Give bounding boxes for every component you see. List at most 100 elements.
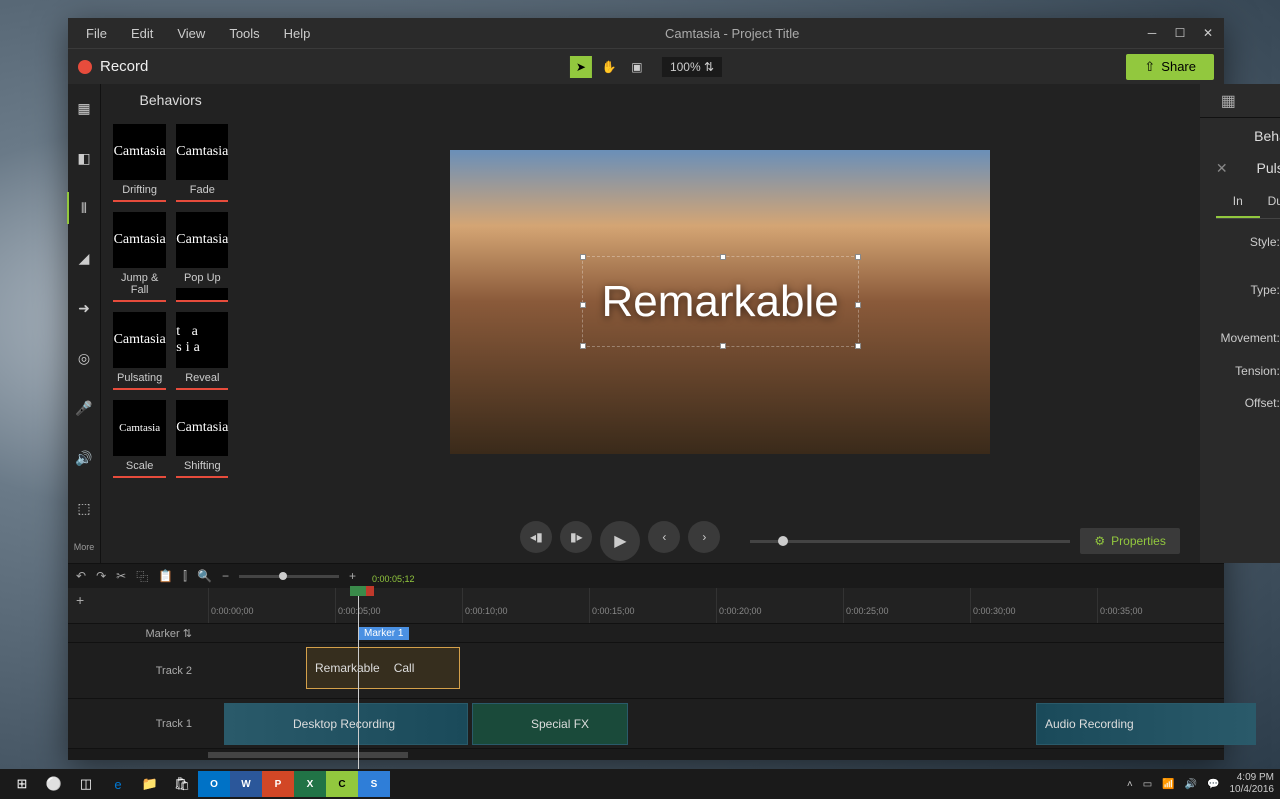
cut-button[interactable]: ✂ [116,569,126,583]
app-window: File Edit View Tools Help Camtasia - Pro… [68,18,1224,760]
clip-desktop-recording[interactable]: Desktop Recording [224,703,468,745]
behavior-jump-fall[interactable]: Camtasia Jump & Fall [113,212,166,302]
next-frame-button[interactable]: ▮▸ [560,521,592,553]
clip-audio-recording[interactable]: Audio Recording [1036,703,1256,745]
outlook-icon[interactable]: O [198,771,230,797]
redo-button[interactable]: ↷ [96,569,106,583]
zoom-in-button[interactable]: + [349,569,356,583]
gear-icon: ⚙ [1094,534,1105,548]
record-label: Record [100,58,148,75]
movement-label: Movement: [1216,331,1280,345]
marker-track-label: Marker ⇅ [68,627,208,640]
timeline-ruler[interactable]: + 0:00:00;00 0:00:05;00 0:00:10;00 0:00:… [68,588,1224,624]
camtasia-icon[interactable]: C [326,771,358,797]
props-tab-video[interactable]: ▦ [1200,84,1257,117]
menu-help[interactable]: Help [274,22,321,45]
animations-icon[interactable]: ◎ [68,342,100,374]
clip-remarkable[interactable]: Remarkable Call [306,647,460,689]
tool-sidebar: ▦ ◧ ⫴ ◢ ➜ ◎ 🎤 🔊 ⬚ More [68,84,101,563]
canvas-text[interactable]: Remarkable [602,276,839,327]
props-title: Behaviors [1216,128,1280,144]
offset-label: Offset: [1216,396,1280,410]
zoom-level[interactable]: 100% ⇅ [662,57,722,77]
minimize-button[interactable]: ─ [1144,25,1160,41]
timing-tab-during[interactable]: During [1260,186,1280,218]
canvas-content[interactable]: Remarkable [450,150,990,454]
menu-file[interactable]: File [76,22,117,45]
snagit-icon[interactable]: S [358,771,390,797]
store-icon[interactable]: 🛍 [166,771,198,797]
track-1: Track 1 Desktop Recording Special FX Aud… [68,698,1224,748]
properties-panel: ▦ a ⫴ Behaviors ✕ Pulsating In During Ou… [1200,84,1280,563]
powerpoint-icon[interactable]: P [262,771,294,797]
behavior-pulsating[interactable]: Camtasia Pulsating [113,312,166,390]
track-1-label: Track 1 [68,718,208,730]
ruler-tick: 0:00:00;00 [208,588,335,623]
properties-button[interactable]: ⚙ Properties [1080,528,1179,554]
start-button[interactable]: ⊞ [6,771,38,797]
transitions-icon[interactable]: ➜ [68,292,100,324]
system-clock[interactable]: 4:09 PM 10/4/2016 [1230,772,1275,796]
wifi-icon[interactable]: 📶 [1162,779,1174,790]
behavior-scale[interactable]: Camtasia Scale [113,400,166,478]
maximize-button[interactable]: ☐ [1172,25,1188,41]
edge-icon[interactable]: e [102,771,134,797]
zoom-tool[interactable]: 🔍 [197,569,212,583]
voice-icon[interactable]: 🎤 [68,392,100,424]
pointer-tool[interactable]: ➤ [570,56,592,78]
volume-icon[interactable]: 🔊 [1185,779,1197,790]
notifications-icon[interactable]: 💬 [1207,779,1219,790]
hand-tool[interactable]: ✋ [598,56,620,78]
excel-icon[interactable]: X [294,771,326,797]
share-button[interactable]: ⇧ Share [1126,54,1214,80]
play-button[interactable]: ▶ [600,521,640,561]
copy-button[interactable]: ⿻ [136,568,148,585]
crop-tool[interactable]: ▣ [626,56,648,78]
behavior-shifting[interactable]: Camtasia Shifting [176,400,228,478]
zoom-slider[interactable] [239,575,339,578]
menu-view[interactable]: View [167,22,215,45]
clip-special-fx[interactable]: Special FX [472,703,628,745]
more-label[interactable]: More [74,542,95,552]
tray-up-icon[interactable]: ˄ [1127,779,1133,790]
task-view-button[interactable]: ◫ [70,771,102,797]
windows-taskbar: ⊞ ⚪ ◫ e 📁 🛍 O W P X C S ˄ ▭ 📶 🔊 💬 4:09 P… [0,769,1280,799]
marker-1[interactable]: Marker 1 [358,627,409,640]
cursor-fx-icon[interactable]: ⬚ [68,492,100,524]
props-tab-text[interactable]: a [1257,84,1280,117]
split-button[interactable]: ⫿ [183,569,187,584]
timing-tab-in[interactable]: In [1216,186,1260,218]
behavior-fade[interactable]: Camtasia Fade [176,124,228,202]
menu-edit[interactable]: Edit [121,22,163,45]
playhead[interactable]: 0:00:05;12 [358,588,359,779]
prev-clip-button[interactable]: ‹ [648,521,680,553]
record-icon [78,60,92,74]
behavior-reveal[interactable]: t a sia Reveal [176,312,228,390]
behavior-popup[interactable]: Camtasia Pop Up [176,212,228,302]
behavior-drifting[interactable]: Camtasia Drifting [113,124,166,202]
zoom-out-button[interactable]: − [222,569,229,583]
record-button[interactable]: Record [78,58,148,75]
undo-button[interactable]: ↶ [76,569,86,583]
remove-behavior-icon[interactable]: ✕ [1216,160,1228,177]
audio-icon[interactable]: 🔊 [68,442,100,474]
playhead-time: 0:00:05;12 [372,574,415,584]
paste-button[interactable]: 📋 [158,569,173,583]
selection-handles[interactable] [582,256,859,347]
behaviors-icon[interactable]: ⫴ [67,192,99,224]
library-icon[interactable]: ◧ [68,142,100,174]
word-icon[interactable]: W [230,771,262,797]
canvas-viewport[interactable]: Remarkable [240,84,1199,519]
media-bin-icon[interactable]: ▦ [68,92,100,124]
annotations-icon[interactable]: ◢ [68,242,100,274]
volume-slider[interactable] [750,540,1070,543]
menu-tools[interactable]: Tools [219,22,269,45]
battery-icon[interactable]: ▭ [1143,779,1152,790]
next-clip-button[interactable]: › [688,521,720,553]
add-track-button[interactable]: + [76,592,84,608]
prev-frame-button[interactable]: ◂▮ [520,521,552,553]
search-button[interactable]: ⚪ [38,771,70,797]
close-button[interactable]: ✕ [1200,25,1216,41]
timeline-scrollbar[interactable] [208,752,408,758]
explorer-icon[interactable]: 📁 [134,771,166,797]
